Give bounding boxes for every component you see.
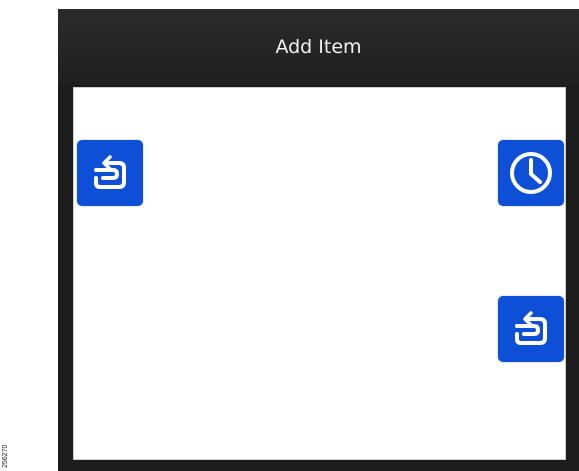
- return-button-left[interactable]: [77, 140, 143, 206]
- title-bar: Add Item: [58, 9, 579, 85]
- return-button-right[interactable]: [498, 296, 564, 362]
- device-frame: Add Item: [58, 9, 579, 471]
- content-area: [73, 87, 566, 460]
- figure-id: 256270: [2, 444, 9, 468]
- window-title: Add Item: [275, 36, 362, 58]
- clock-button[interactable]: [498, 140, 564, 206]
- page: 256270 Add Item: [0, 0, 579, 471]
